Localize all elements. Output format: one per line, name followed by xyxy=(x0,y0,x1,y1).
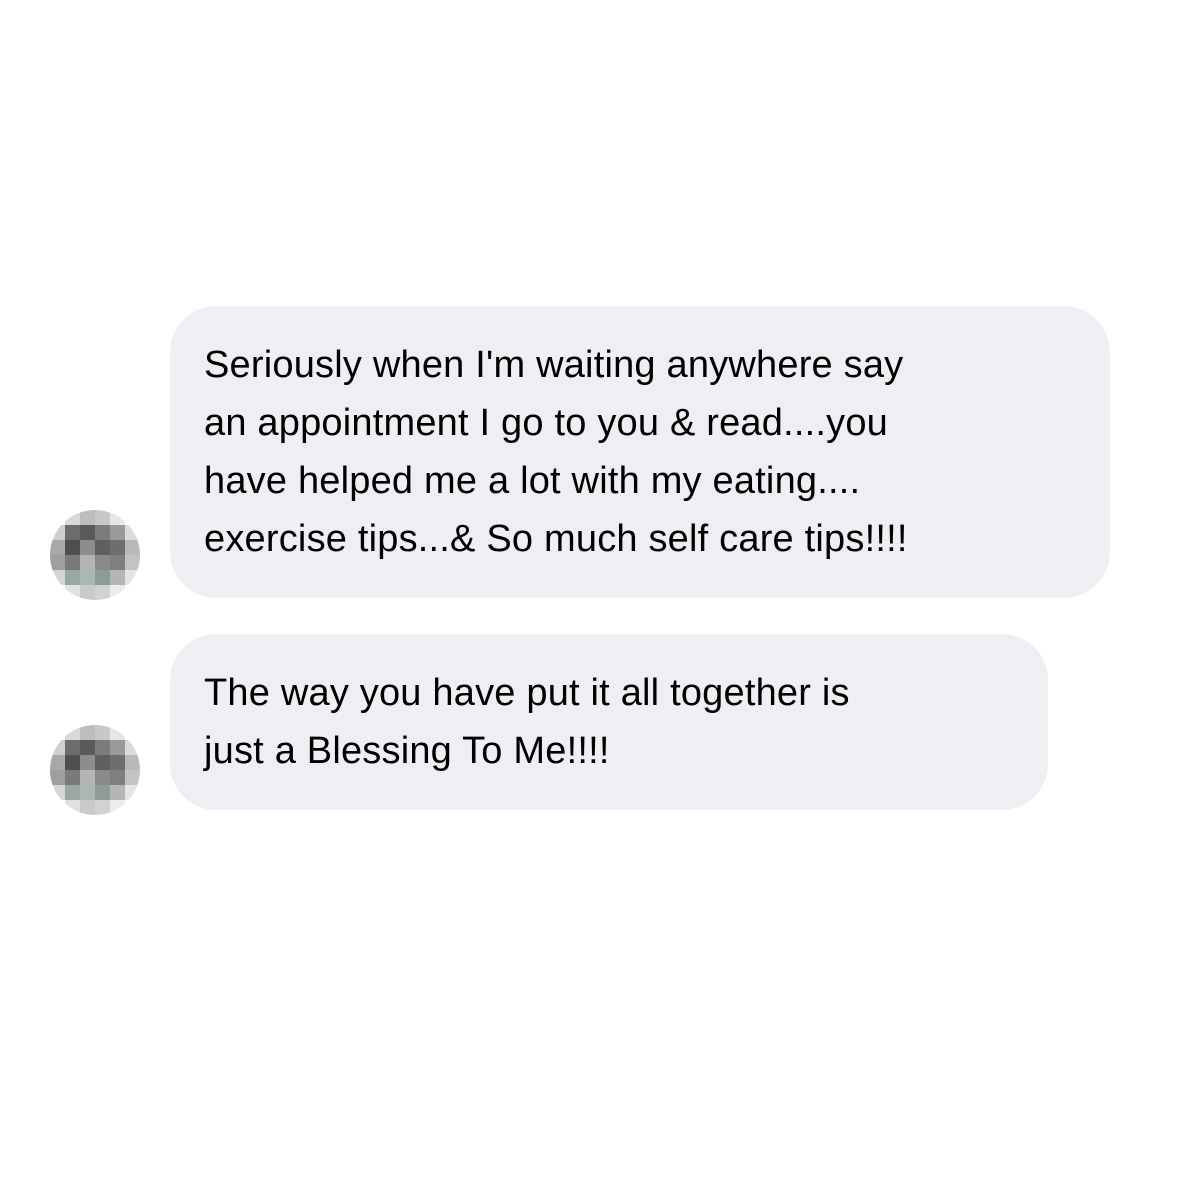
message-bubble[interactable]: Seriously when I'm waiting anywhere say … xyxy=(170,306,1110,598)
message-text: The way you have put it all together is … xyxy=(204,672,850,772)
message-bubble[interactable]: The way you have put it all together is … xyxy=(170,634,1048,810)
avatar[interactable] xyxy=(50,725,140,815)
avatar[interactable] xyxy=(50,510,140,600)
message-text: Seriously when I'm waiting anywhere say … xyxy=(204,344,908,560)
message-thread: Seriously when I'm waiting anywhere say … xyxy=(0,0,1200,1200)
